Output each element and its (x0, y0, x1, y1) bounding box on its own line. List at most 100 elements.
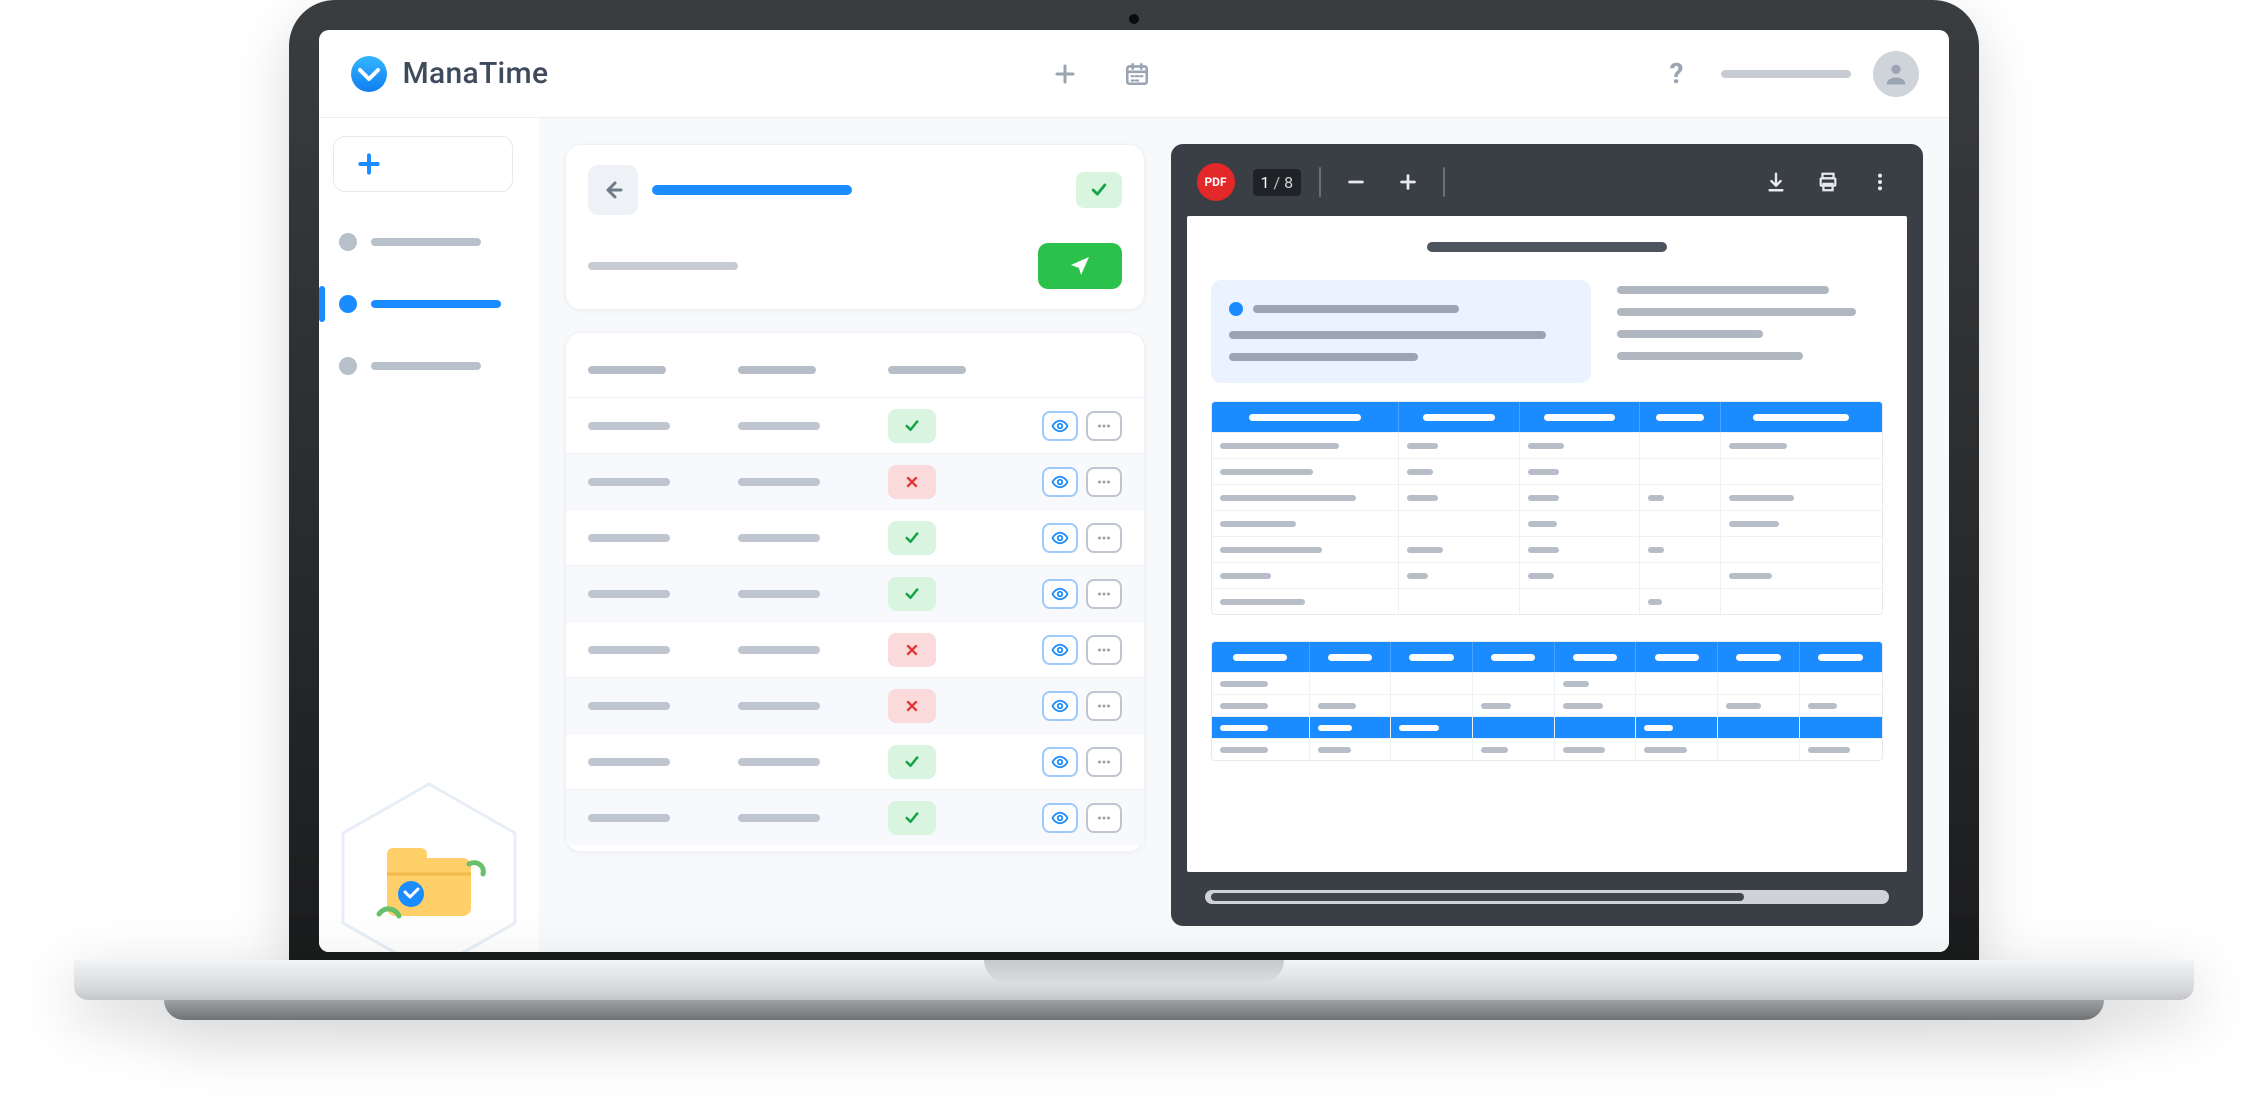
view-button[interactable] (1042, 411, 1078, 441)
pdf-cell (1800, 673, 1882, 694)
ellipsis-icon (1095, 529, 1113, 547)
download-icon (1765, 171, 1787, 193)
pdf-cell (1212, 511, 1400, 536)
cell-placeholder (588, 478, 670, 486)
pdf-cell (1473, 695, 1555, 716)
pdf-cell (1399, 433, 1520, 458)
more-button[interactable] (1086, 411, 1122, 441)
pdf-table-row (1212, 716, 1882, 738)
sidebar-add-button[interactable] (333, 136, 513, 192)
pdf-cell (1391, 739, 1473, 760)
cell-placeholder (588, 814, 670, 822)
brand-logo-icon (349, 54, 389, 94)
pdf-zoom-out-button[interactable] (1339, 165, 1373, 199)
cell-placeholder (588, 534, 670, 542)
view-button[interactable] (1042, 803, 1078, 833)
topbar-right: ? (1655, 51, 1919, 97)
pdf-cell (1721, 563, 1882, 588)
pdf-cell (1212, 485, 1400, 510)
pdf-cell (1800, 717, 1882, 738)
pdf-cell (1555, 695, 1637, 716)
pdf-cell (1640, 563, 1720, 588)
table-row (566, 733, 1144, 789)
pdf-page-indicator[interactable]: 1 / 8 (1253, 169, 1302, 196)
view-button[interactable] (1042, 579, 1078, 609)
cell-placeholder (738, 646, 820, 654)
check-icon (903, 529, 921, 547)
pdf-cell (1721, 589, 1882, 614)
calendar-icon (1124, 61, 1150, 87)
eye-icon (1051, 417, 1069, 435)
eye-icon (1051, 641, 1069, 659)
camera-dot (1129, 14, 1139, 24)
send-button[interactable] (1038, 243, 1122, 289)
view-button[interactable] (1042, 635, 1078, 665)
more-button[interactable] (1086, 635, 1122, 665)
topbar: ManaTime (319, 30, 1949, 118)
help-button[interactable]: ? (1655, 52, 1699, 96)
view-button[interactable] (1042, 747, 1078, 777)
more-button[interactable] (1086, 579, 1122, 609)
cell-placeholder (588, 702, 670, 710)
pdf-horizontal-scrollbar[interactable] (1205, 890, 1889, 904)
topbar-placeholder-line (1721, 70, 1851, 78)
column-header (588, 366, 666, 374)
view-button[interactable] (1042, 467, 1078, 497)
pdf-table-row (1212, 694, 1882, 716)
pdf-cell (1520, 589, 1641, 614)
topbar-calendar-button[interactable] (1115, 52, 1159, 96)
pdf-zoom-in-button[interactable] (1391, 165, 1425, 199)
back-button[interactable] (588, 165, 638, 215)
pdf-cell (1391, 695, 1473, 716)
cell-placeholder (738, 814, 820, 822)
check-icon (1089, 180, 1109, 200)
pdf-cell (1721, 433, 1882, 458)
table-row (566, 565, 1144, 621)
sidebar-item-2[interactable] (333, 278, 525, 330)
pdf-toolbar: PDF 1 / 8 (1181, 154, 1913, 210)
ellipsis-icon (1095, 417, 1113, 435)
pdf-cell (1310, 673, 1392, 694)
topbar-add-button[interactable] (1043, 52, 1087, 96)
sidebar-item-label (371, 362, 481, 370)
avatar-button[interactable] (1873, 51, 1919, 97)
pdf-page-current: 1 (1261, 173, 1270, 192)
subtitle-placeholder (588, 262, 738, 270)
pdf-column-header (1640, 402, 1720, 432)
arrow-left-icon (601, 178, 625, 202)
more-button[interactable] (1086, 691, 1122, 721)
pdf-cell (1310, 739, 1392, 760)
pdf-menu-button[interactable] (1863, 165, 1897, 199)
pdf-print-button[interactable] (1811, 165, 1845, 199)
pdf-column-header (1391, 642, 1473, 672)
bullet-icon (339, 233, 357, 251)
ellipsis-icon (1095, 753, 1113, 771)
sidebar-decoration (319, 668, 539, 952)
ellipsis-icon (1095, 641, 1113, 659)
bullet-icon (1229, 302, 1243, 316)
column-header (888, 366, 966, 374)
pdf-table-row (1212, 458, 1882, 484)
pdf-download-button[interactable] (1759, 165, 1793, 199)
pdf-cell (1640, 485, 1720, 510)
pdf-cell (1640, 511, 1720, 536)
view-button[interactable] (1042, 523, 1078, 553)
pdf-cell (1399, 537, 1520, 562)
pdf-cell (1636, 673, 1718, 694)
pdf-page-sep: / (1274, 173, 1281, 192)
bullet-icon (339, 357, 357, 375)
main: PDF 1 / 8 (539, 118, 1949, 952)
sidebar-item-3[interactable] (333, 340, 525, 392)
pdf-cell (1399, 511, 1520, 536)
more-button[interactable] (1086, 747, 1122, 777)
view-button[interactable] (1042, 691, 1078, 721)
more-button[interactable] (1086, 523, 1122, 553)
scrollbar-thumb[interactable] (1211, 893, 1745, 901)
sidebar-item-1[interactable] (333, 216, 525, 268)
pdf-cell (1310, 717, 1392, 738)
ellipsis-icon (1095, 697, 1113, 715)
more-button[interactable] (1086, 467, 1122, 497)
eye-icon (1051, 697, 1069, 715)
more-button[interactable] (1086, 803, 1122, 833)
brand: ManaTime (349, 54, 549, 94)
